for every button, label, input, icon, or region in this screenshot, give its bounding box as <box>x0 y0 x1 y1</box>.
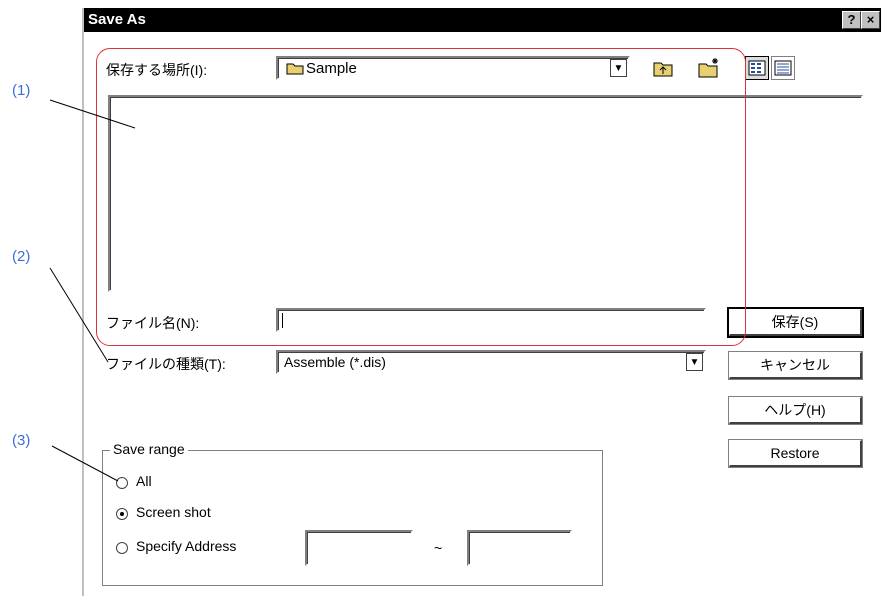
annotation-leader-lines <box>49 99 136 482</box>
